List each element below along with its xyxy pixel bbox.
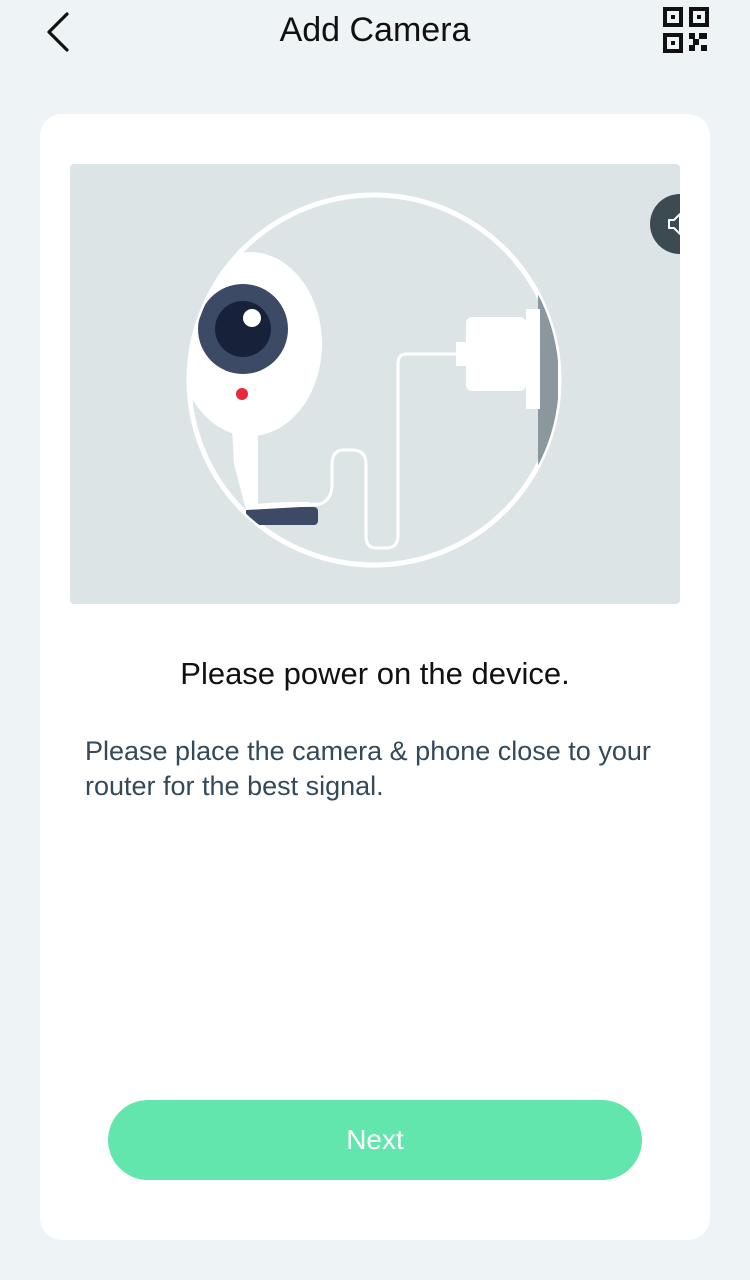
navigation-bar: Add Camera [0, 0, 750, 80]
qr-scan-button[interactable] [658, 2, 714, 58]
camera-power-illustration [186, 192, 562, 568]
instruction-description: Please place the camera & phone close to… [85, 736, 651, 801]
speaker-icon [668, 213, 680, 235]
power-on-illustration [70, 164, 680, 604]
qr-code-icon [663, 7, 709, 53]
page-title: Add Camera [279, 11, 471, 49]
next-button[interactable]: Next [108, 1100, 642, 1180]
instruction-heading: Please power on the device. [180, 656, 570, 691]
content-card: Please power on the device. Please place… [40, 114, 710, 1240]
